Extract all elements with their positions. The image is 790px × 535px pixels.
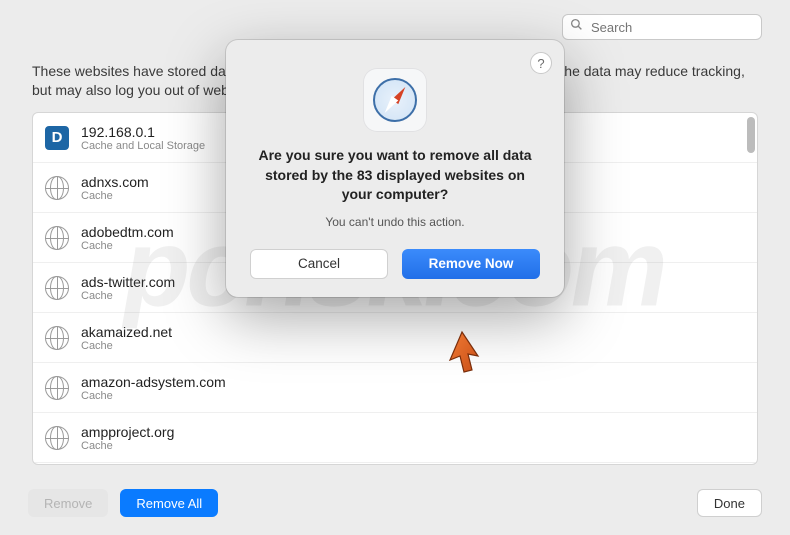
row-text: adnxs.com Cache bbox=[81, 174, 149, 202]
scrollbar[interactable] bbox=[745, 115, 755, 462]
remove-button: Remove bbox=[28, 489, 108, 517]
site-data-types: Cache bbox=[81, 190, 149, 202]
globe-icon bbox=[45, 226, 69, 250]
search-container bbox=[562, 14, 762, 40]
table-row[interactable]: ampproject.org Cache bbox=[33, 413, 757, 463]
row-text: 192.168.0.1 Cache and Local Storage bbox=[81, 124, 205, 152]
table-row[interactable]: amazon-adsystem.com Cache bbox=[33, 363, 757, 413]
row-text: ads-twitter.com Cache bbox=[81, 274, 175, 302]
sheet-button-row: Cancel Remove Now bbox=[250, 249, 540, 279]
site-host: adobedtm.com bbox=[81, 224, 174, 240]
row-text: amazon-adsystem.com Cache bbox=[81, 374, 226, 402]
row-text: ampproject.org Cache bbox=[81, 424, 174, 452]
search-icon bbox=[570, 18, 583, 36]
sheet-subtitle: You can't undo this action. bbox=[250, 215, 540, 229]
site-data-types: Cache bbox=[81, 390, 226, 402]
globe-icon bbox=[45, 176, 69, 200]
search-input[interactable] bbox=[562, 14, 762, 40]
safari-app-icon bbox=[363, 68, 427, 132]
site-host: 192.168.0.1 bbox=[81, 124, 205, 140]
table-row[interactable]: akamaized.net Cache bbox=[33, 313, 757, 363]
row-text: adobedtm.com Cache bbox=[81, 224, 174, 252]
site-data-types: Cache bbox=[81, 240, 174, 252]
globe-icon bbox=[45, 326, 69, 350]
site-host: akamaized.net bbox=[81, 324, 172, 340]
bottom-button-bar: Remove Remove All Done bbox=[28, 489, 762, 517]
site-data-types: Cache bbox=[81, 340, 172, 352]
scrollbar-thumb[interactable] bbox=[747, 117, 755, 153]
site-data-types: Cache bbox=[81, 440, 174, 452]
globe-icon bbox=[45, 376, 69, 400]
site-host: ads-twitter.com bbox=[81, 274, 175, 290]
help-button[interactable]: ? bbox=[530, 52, 552, 74]
remove-all-button[interactable]: Remove All bbox=[120, 489, 218, 517]
row-text: akamaized.net Cache bbox=[81, 324, 172, 352]
site-host: amazon-adsystem.com bbox=[81, 374, 226, 390]
site-data-types: Cache and Local Storage bbox=[81, 140, 205, 152]
compass-icon bbox=[373, 78, 417, 122]
cancel-button[interactable]: Cancel bbox=[250, 249, 388, 279]
site-data-types: Cache bbox=[81, 290, 175, 302]
site-host: ampproject.org bbox=[81, 424, 174, 440]
site-favicon: D bbox=[45, 126, 69, 150]
sheet-title: Are you sure you want to remove all data… bbox=[250, 146, 540, 205]
confirm-remove-sheet: ? Are you sure you want to remove all da… bbox=[226, 40, 564, 297]
remove-now-button[interactable]: Remove Now bbox=[402, 249, 540, 279]
globe-icon bbox=[45, 426, 69, 450]
globe-icon bbox=[45, 276, 69, 300]
site-host: adnxs.com bbox=[81, 174, 149, 190]
done-button[interactable]: Done bbox=[697, 489, 762, 517]
